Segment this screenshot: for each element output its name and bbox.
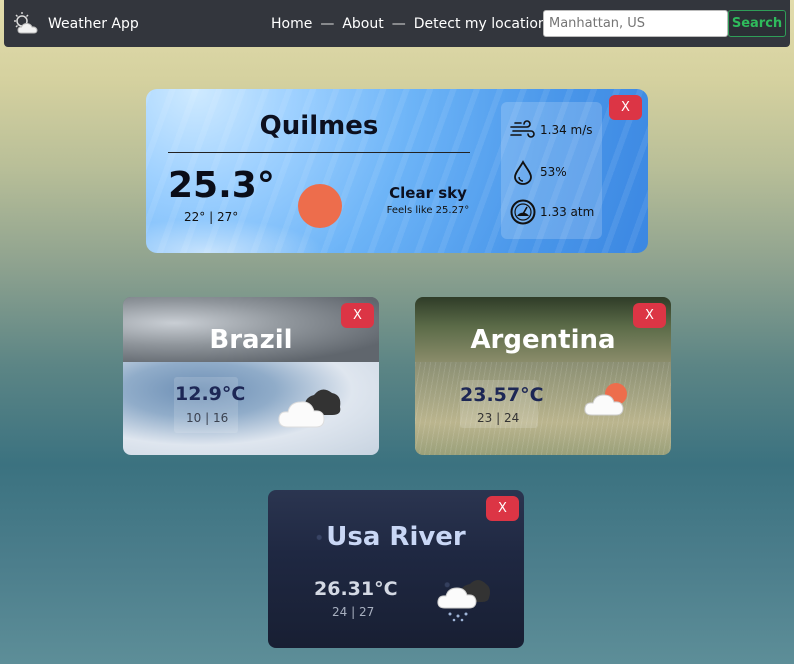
- humidity-value: 53%: [540, 165, 567, 179]
- wind-value: 1.34 m/s: [540, 123, 593, 137]
- card-city-name: Brazil: [209, 325, 293, 355]
- card-temp-range: 23 | 24: [477, 411, 520, 425]
- main-weather-card: Quilmes 25.3° 22° | 27° Clear sky Feels …: [146, 89, 648, 253]
- close-button[interactable]: X: [609, 95, 642, 120]
- pressure-stat: 1.33 atm: [509, 198, 594, 226]
- cloudy-icon: [276, 383, 344, 435]
- card-temperature: 26.31°C: [314, 578, 398, 600]
- nav-separator: —: [320, 15, 335, 32]
- card-temperature: 12.9°C: [175, 383, 246, 405]
- close-button[interactable]: X: [633, 303, 666, 328]
- city-card-argentina: Argentina 23.57°C 23 | 24 X: [415, 297, 671, 455]
- wind-stat: 1.34 m/s: [509, 119, 593, 141]
- nav-links: Home — About — Detect my location: [271, 0, 547, 47]
- weather-stats-panel: 1.34 m/s 53% 1.33 atm: [501, 102, 602, 239]
- close-button[interactable]: X: [486, 496, 519, 521]
- nav-link-detect-location[interactable]: Detect my location: [414, 16, 547, 32]
- card-temperature: 23.57°C: [460, 384, 544, 406]
- brand[interactable]: Weather App: [11, 11, 139, 37]
- main-temp-range: 22° | 27°: [184, 210, 239, 224]
- card-city-name: Argentina: [470, 325, 616, 355]
- brand-title: Weather App: [48, 15, 139, 32]
- partly-cloudy-icon: [583, 381, 635, 425]
- nav-link-about[interactable]: About: [342, 16, 383, 32]
- nav-separator: —: [391, 15, 406, 32]
- weather-logo-icon: [11, 11, 43, 37]
- pressure-gauge-icon: [509, 198, 540, 226]
- close-button[interactable]: X: [341, 303, 374, 328]
- humidity-stat: 53%: [509, 159, 567, 185]
- humidity-icon: [509, 159, 540, 185]
- feels-like: Feels like 25.27°: [386, 205, 470, 216]
- city-card-brazil: Brazil 12.9°C 10 | 16 X: [123, 297, 379, 455]
- card-city-name: Usa River: [326, 522, 466, 552]
- search-button[interactable]: Search: [728, 10, 786, 37]
- search-input[interactable]: [543, 10, 728, 37]
- card-temp-range: 10 | 16: [186, 411, 229, 425]
- rain-cloud-icon: [436, 574, 492, 626]
- nav-link-home[interactable]: Home: [271, 16, 312, 32]
- pressure-value: 1.33 atm: [540, 205, 595, 219]
- navbar: Weather App Home — About — Detect my loc…: [4, 0, 790, 47]
- city-card-usa-river: Usa River 26.31°C 24 | 27 X: [268, 490, 524, 648]
- weather-description: Clear sky: [389, 184, 467, 202]
- main-divider: [168, 152, 470, 153]
- wind-icon: [509, 119, 540, 141]
- sun-icon: [298, 184, 342, 228]
- main-temperature: 25.3°: [168, 165, 275, 206]
- main-city-name: Quilmes: [259, 111, 379, 141]
- card-temp-range: 24 | 27: [332, 605, 375, 619]
